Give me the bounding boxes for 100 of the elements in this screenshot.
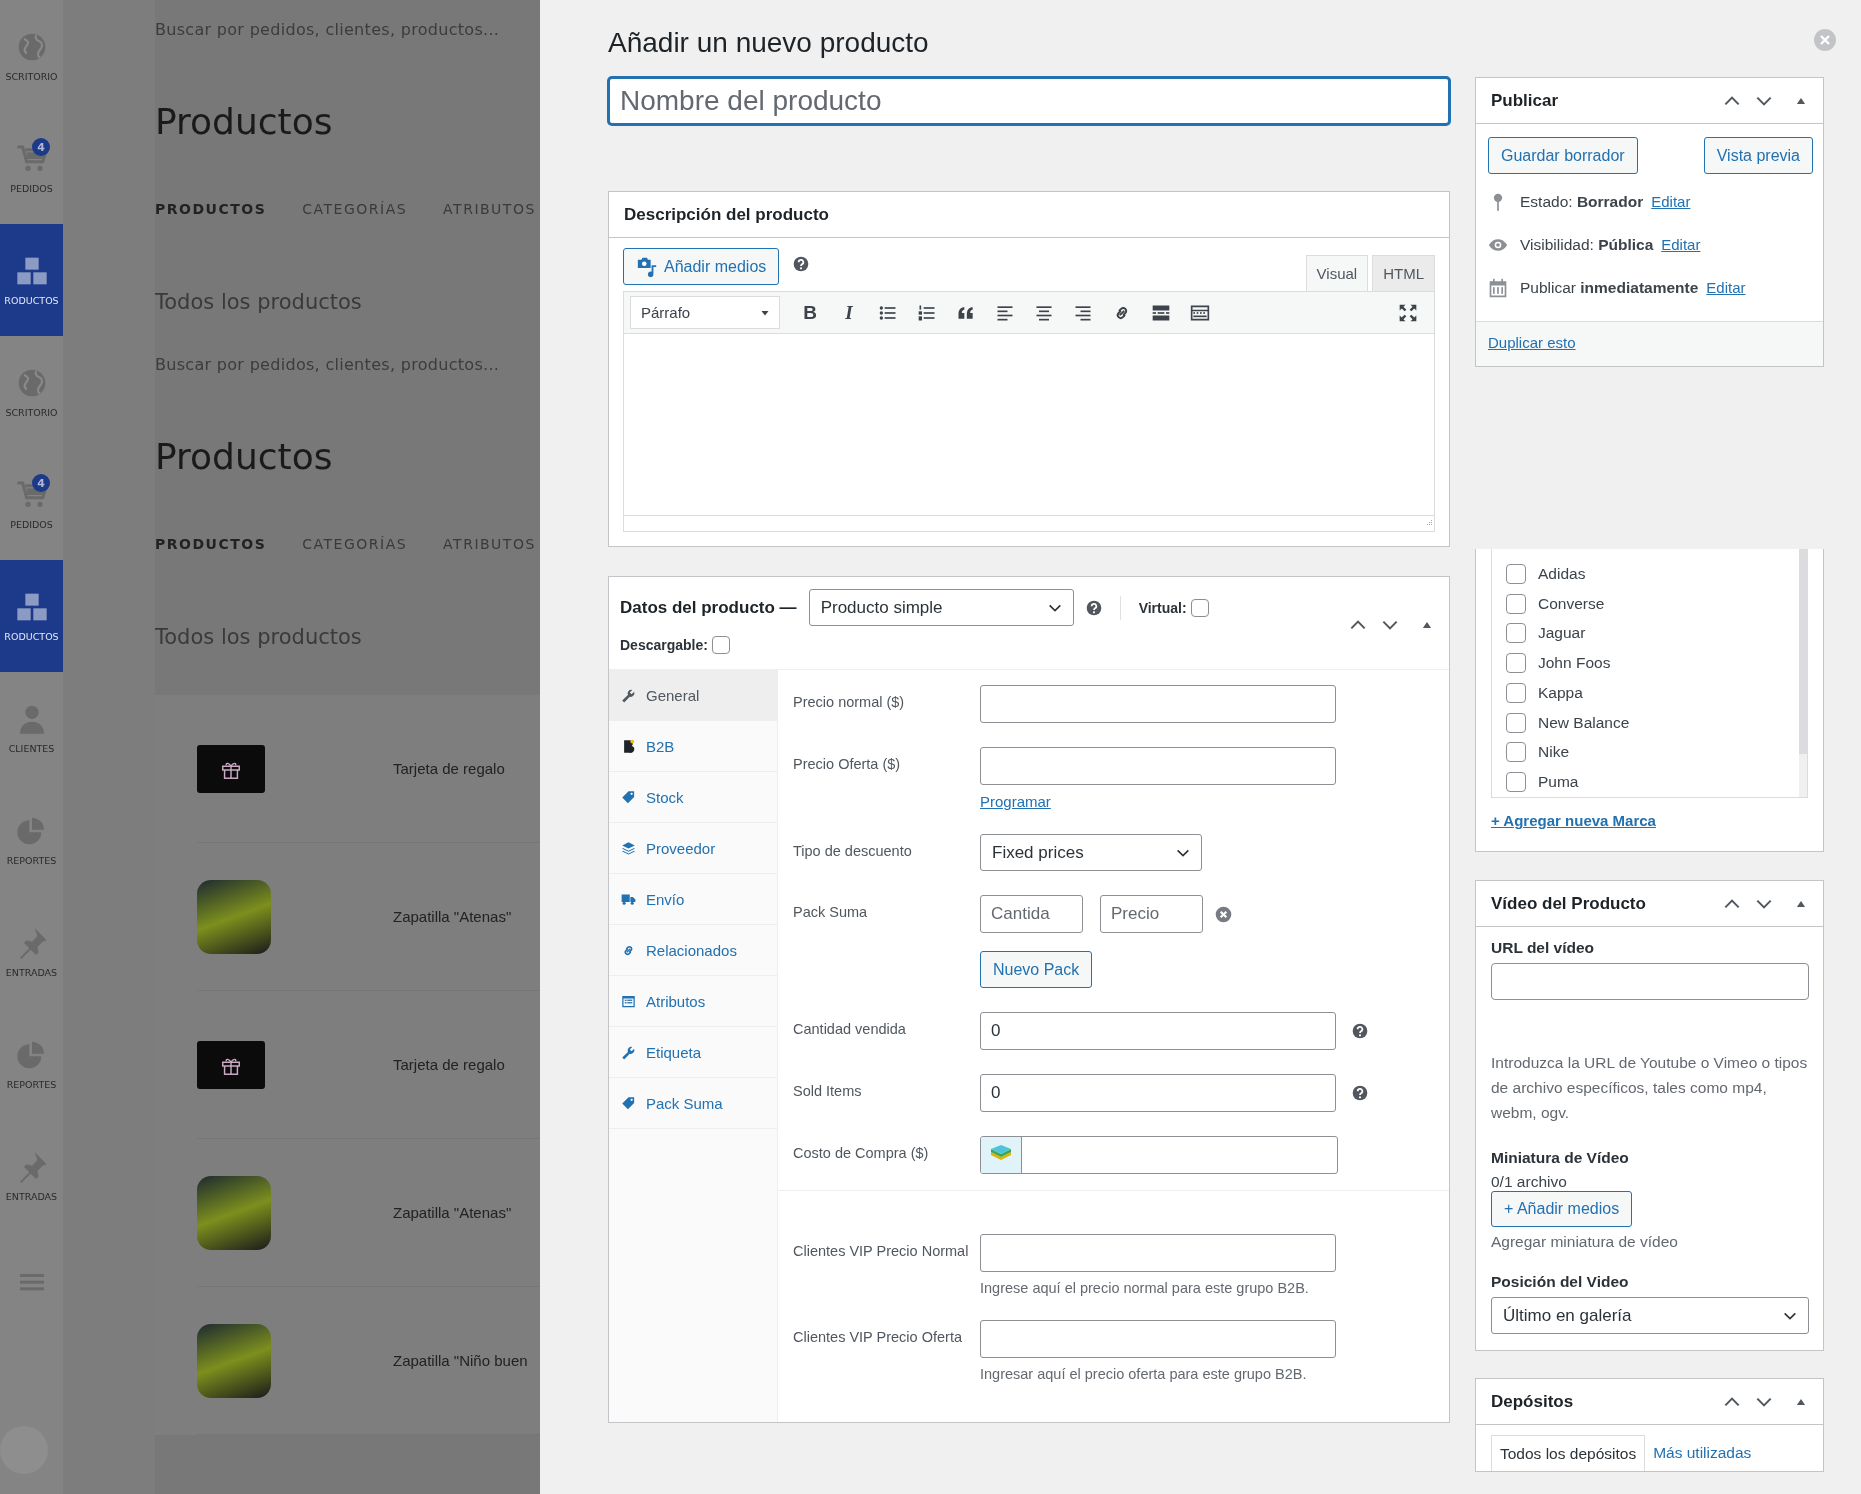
sidebar-item-active[interactable]: RODUCTOS [0,224,63,336]
preview-button[interactable]: Vista previa [1703,137,1813,174]
sidebar-item[interactable]: ENTRADAS [0,896,63,1008]
cost-field[interactable] [980,1136,1338,1174]
sidebar-label: CLIENTES [8,742,55,754]
schedule-link[interactable]: Programar [980,793,1051,810]
video-position-dropdown[interactable]: Último en galería [1491,1297,1809,1334]
product-data-tab[interactable]: Pack Suma [609,1078,777,1129]
product-name[interactable]: Zapatilla "Niño buen [393,1352,528,1369]
italic-button[interactable]: I [832,297,866,328]
product-data-tab[interactable]: Proveedor [609,823,777,874]
video-url-field[interactable] [1491,963,1809,1000]
add-media-button[interactable]: + Añadir medios [1491,1191,1633,1227]
new-pack-button[interactable]: Nuevo Pack [980,951,1093,988]
sidebar-item[interactable]: 4 PEDIDOS [0,448,63,560]
sidebar-item[interactable]: REPORTES [0,784,63,896]
checkbox[interactable] [1506,742,1526,763]
text-field[interactable] [980,747,1336,785]
sidebar-item[interactable]: SCRITORIO [0,336,63,448]
checkbox[interactable] [1506,623,1526,644]
text-field[interactable] [980,685,1336,723]
field-label: Pack Suma [793,903,869,922]
brand-label[interactable]: Jaguar [1538,624,1586,643]
checkbox[interactable] [1506,712,1526,733]
product-data-tab[interactable]: B2B [609,721,777,772]
fullscreen-icon[interactable] [1398,302,1418,323]
save-draft-button[interactable]: Guardar borrador [1488,137,1638,174]
text-field[interactable] [980,1234,1336,1272]
product-name[interactable]: Zapatilla "Atenas" [393,1204,512,1221]
product-type-dropdown[interactable]: Producto simple [808,589,1074,626]
scrollbar-thumb[interactable] [1799,549,1807,754]
sidebar-item[interactable]: CLIENTES [0,672,63,784]
product-data-tab[interactable]: Stock [609,772,777,823]
format-dropdown[interactable]: Párrafo [630,296,780,329]
add-media-button[interactable]: Añadir medios [623,248,780,285]
sidebar-item[interactable]: ENTRADAS [0,1120,63,1232]
product-data-tab[interactable]: Atributos [609,976,777,1027]
product-data-tab[interactable]: Envío [609,874,777,925]
remove-icon[interactable] [1215,905,1232,923]
edit-link[interactable]: Editar [1651,193,1691,210]
help-icon[interactable] [1352,1085,1368,1101]
deposit-tab[interactable]: Todos los depósitos [1491,1435,1646,1471]
checkbox[interactable] [711,636,730,654]
editor-tab[interactable]: Visual [1305,255,1369,291]
text-field[interactable]: 0 [980,1012,1336,1050]
product-data-tab[interactable]: Relacionados [609,925,777,976]
page-tab[interactable]: CATEGORÍAS [302,199,408,219]
sidebar-item[interactable]: 4 PEDIDOS [0,112,63,224]
text-field[interactable]: 0 [980,1074,1336,1112]
edit-link[interactable]: Editar [1706,279,1746,296]
bold-button[interactable]: B [793,297,827,328]
sidebar-label: PEDIDOS [10,518,53,530]
product-name[interactable]: Tarjeta de regalo [393,1056,505,1073]
checkbox[interactable] [1506,653,1526,674]
letter-badge-icon [621,738,636,754]
brand-label[interactable]: Puma [1538,773,1579,792]
sidebar-item-active[interactable]: RODUCTOS [0,560,63,672]
editor-tab[interactable]: HTML [1372,255,1435,291]
brand-label[interactable]: Adidas [1538,564,1586,583]
sidebar-item[interactable]: SCRITORIO [0,0,63,112]
box-title: Depósitos [1491,1391,1575,1412]
sidebar-label: RODUCTOS [4,294,59,306]
field-label: Precio normal ($) [793,693,906,712]
brand-label[interactable]: Converse [1538,594,1605,613]
checkbox[interactable] [1506,772,1526,793]
field-label: Precio Oferta ($) [793,755,902,774]
publish-status: Publicar inmediatamente [1520,278,1699,297]
checkbox[interactable] [1190,598,1209,617]
brand-label[interactable]: New Balance [1538,713,1630,732]
brand-label[interactable]: Kappa [1538,683,1583,702]
help-icon[interactable] [1085,599,1102,616]
product-data-tab[interactable]: General [609,670,777,721]
box-title: Publicar [1491,90,1560,111]
field-hint: Ingresar aquí el precio oferta para este grupo B2B. [980,1366,1307,1382]
checkbox[interactable] [1506,682,1526,703]
duplicate-link[interactable]: Duplicar esto [1488,334,1576,351]
sidebar-item[interactable]: REPORTES [0,1008,63,1120]
checkbox-label: Virtual: [1138,599,1187,616]
brand-label[interactable]: Nike [1538,743,1569,762]
text-field[interactable] [980,1320,1336,1358]
help-icon[interactable] [1352,1023,1368,1039]
edit-link[interactable]: Editar [1661,236,1701,253]
add-brand-link[interactable]: + Agregar nueva Marca [1491,798,1808,851]
product-name[interactable]: Tarjeta de regalo [393,760,505,777]
page-tab[interactable]: PRODUCTOS [155,534,267,554]
brand-label[interactable]: John Foos [1538,654,1611,673]
deposit-tab[interactable]: Más utilizadas [1645,1435,1760,1471]
pack-field[interactable]: Precio [1100,895,1203,933]
page-tab[interactable]: CATEGORÍAS [302,534,408,554]
checkbox[interactable] [1506,563,1526,584]
page-tab[interactable]: PRODUCTOS [155,199,267,219]
sidebar-label: SCRITORIO [5,406,58,418]
help-icon[interactable] [793,256,810,272]
discount-type-dropdown[interactable]: Fixed prices [980,834,1202,871]
checkbox[interactable] [1506,593,1526,614]
file-count: 0/1 archivo [1491,1173,1567,1191]
product-name-field[interactable]: Nombre del producto [608,77,1450,125]
product-data-tab[interactable]: Etiqueta [609,1027,777,1078]
pack-field[interactable]: Cantida [980,895,1083,933]
product-name[interactable]: Zapatilla "Atenas" [393,908,512,925]
